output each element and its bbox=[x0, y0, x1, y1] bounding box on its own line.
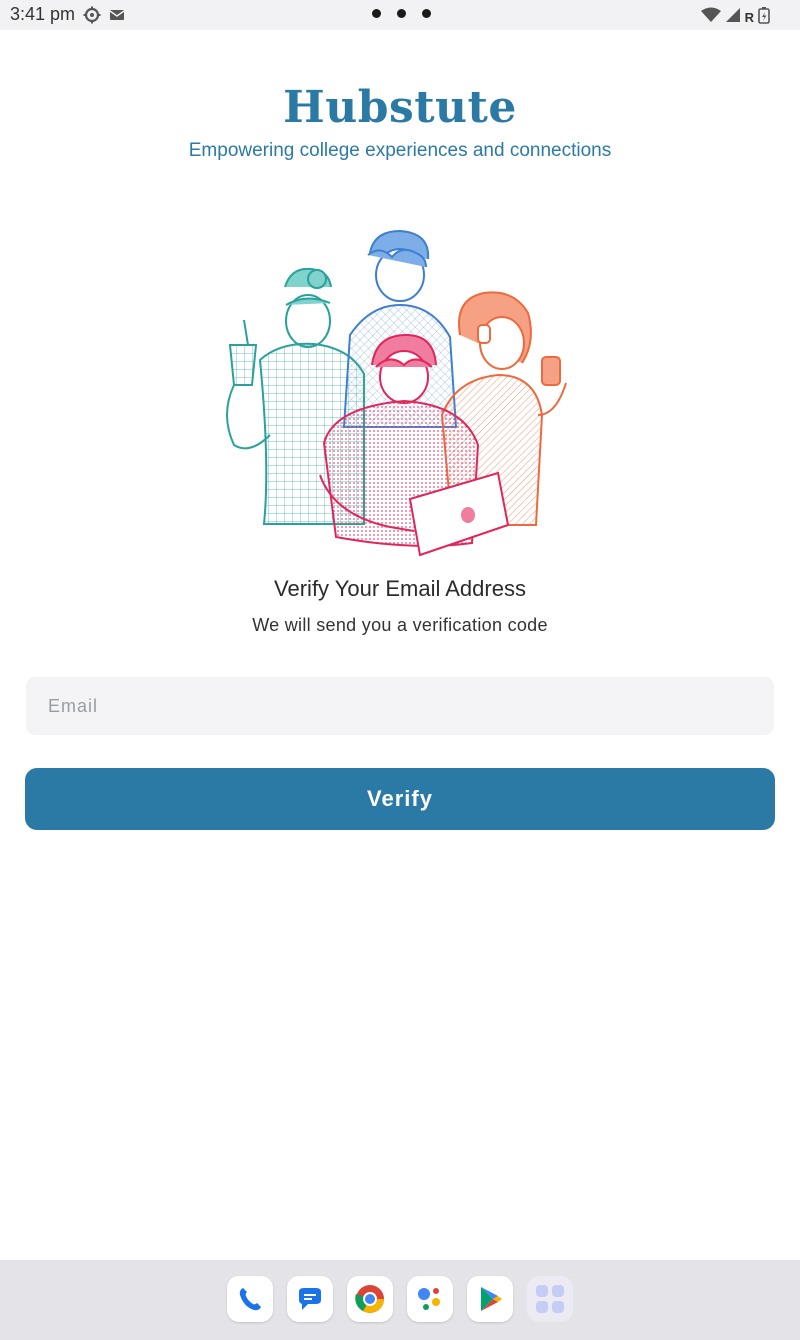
roaming-indicator: R bbox=[744, 10, 754, 25]
app-title: Hubstute bbox=[283, 82, 517, 133]
signal-icon bbox=[725, 7, 741, 28]
app-drawer-icon[interactable] bbox=[527, 1276, 573, 1322]
status-bar: 3:41 pm R bbox=[0, 0, 800, 30]
settings-icon bbox=[83, 6, 101, 24]
status-time: 3:41 pm bbox=[10, 4, 76, 24]
status-dots bbox=[372, 9, 431, 18]
play-store-app-icon[interactable] bbox=[467, 1276, 513, 1322]
verify-subheading: We will send you a verification code bbox=[252, 615, 548, 635]
verify-button[interactable]: Verify bbox=[25, 768, 775, 830]
phone-app-icon[interactable] bbox=[227, 1276, 273, 1322]
assistant-app-icon[interactable] bbox=[407, 1276, 453, 1322]
messages-app-icon[interactable] bbox=[287, 1276, 333, 1322]
battery-icon bbox=[758, 6, 770, 29]
status-dot bbox=[397, 9, 406, 18]
app-dock bbox=[0, 1260, 800, 1340]
app-tagline: Empowering college experiences and conne… bbox=[188, 140, 612, 161]
chrome-app-icon[interactable] bbox=[347, 1276, 393, 1322]
status-bar-left: 3:41 pm bbox=[10, 4, 127, 25]
status-dot bbox=[372, 9, 381, 18]
email-field[interactable] bbox=[26, 677, 774, 735]
students-illustration bbox=[220, 225, 580, 560]
mail-icon bbox=[109, 6, 127, 24]
verify-heading: Verify Your Email Address bbox=[274, 576, 526, 601]
status-dot bbox=[422, 9, 431, 18]
wifi-icon bbox=[700, 7, 721, 28]
status-bar-right: R bbox=[700, 6, 770, 29]
